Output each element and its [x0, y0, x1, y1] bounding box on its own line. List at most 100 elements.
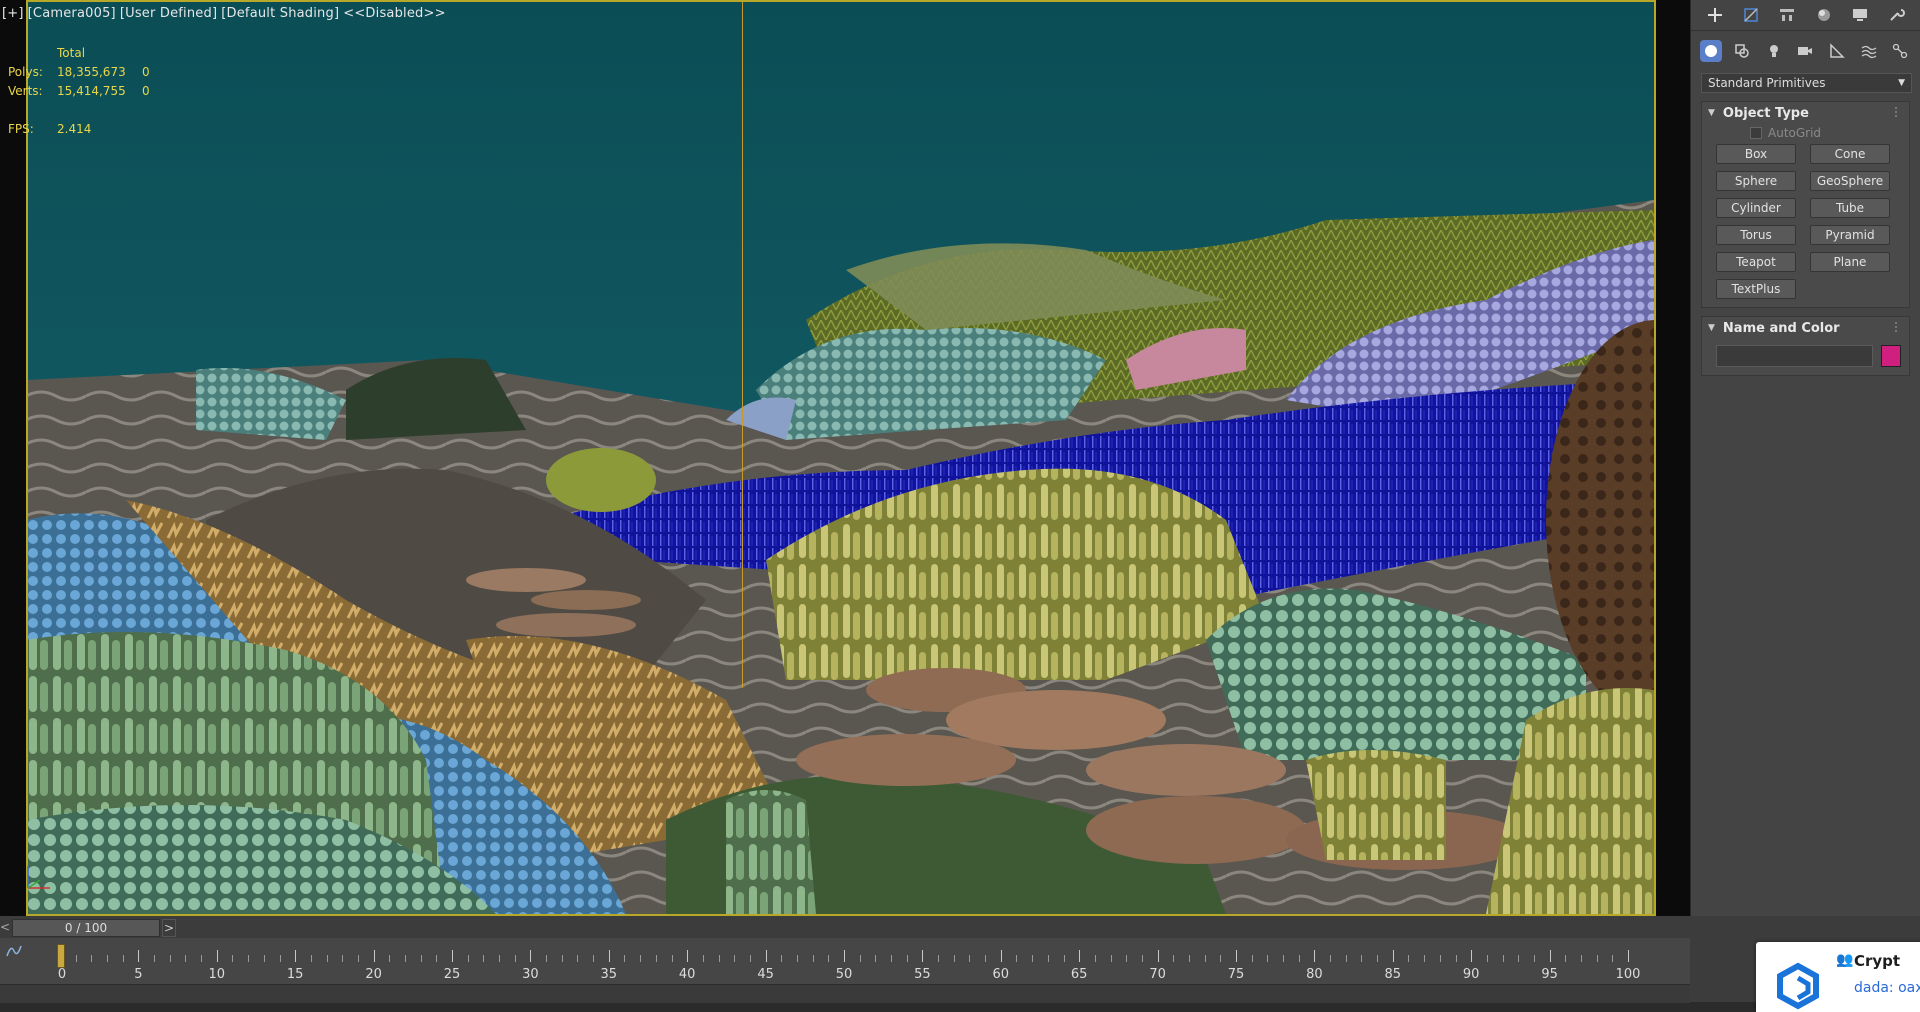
- name-and-color-title: Name and Color: [1722, 320, 1840, 336]
- trackbar-frame-label: 40: [678, 967, 696, 982]
- utilities-tab-icon[interactable]: [1885, 4, 1907, 26]
- trackbar-frame-label: 80: [1306, 967, 1323, 982]
- trackbar-tick: [969, 955, 971, 962]
- trackbar-tick: [1612, 955, 1614, 962]
- trackbar-frame-label: 25: [443, 967, 461, 982]
- object-color-swatch[interactable]: [1881, 345, 1901, 367]
- create-tab-icon[interactable]: [1704, 4, 1726, 26]
- trackbar-tick: [1314, 950, 1316, 962]
- stats-verts-label: Verts:: [8, 84, 43, 98]
- teapot-button[interactable]: Teapot: [1716, 252, 1796, 272]
- people-icon: 👥: [1836, 952, 1854, 968]
- viewport-point-of-view-menu[interactable]: [Camera005]: [28, 6, 116, 21]
- object-type-header[interactable]: ▼ Object Type: [1702, 102, 1909, 124]
- helpers-icon[interactable]: [1826, 40, 1848, 62]
- trackbar-tick: [1173, 955, 1175, 962]
- coral-reef-scene[interactable]: [26, 0, 1654, 914]
- trackbar-tick: [1063, 955, 1065, 962]
- geosphere-button[interactable]: GeoSphere: [1810, 171, 1890, 191]
- trackbar-tick: [263, 955, 265, 962]
- motion-tab-icon[interactable]: [1813, 4, 1835, 26]
- category-dropdown[interactable]: Standard Primitives ▼: [1701, 73, 1912, 93]
- torus-button[interactable]: Torus: [1716, 225, 1796, 245]
- trackbar-tick: [844, 950, 845, 962]
- trackbar-frame-label: 45: [757, 967, 774, 982]
- trackbar-tick: [812, 955, 814, 962]
- box-button[interactable]: Box: [1716, 144, 1796, 164]
- trackbar-frame-label: 20: [365, 967, 382, 982]
- plane-button[interactable]: Plane: [1810, 252, 1890, 272]
- trackbar-tick: [640, 955, 642, 962]
- curve-editor-icon[interactable]: [6, 944, 22, 962]
- viewport-lighting-menu[interactable]: <<Disabled>>: [343, 6, 445, 21]
- object-name-input[interactable]: [1716, 345, 1874, 367]
- trackbar-tick: [389, 955, 391, 962]
- trackbar-tick: [1188, 955, 1190, 962]
- cameras-icon[interactable]: [1794, 40, 1816, 62]
- trackbar-frame-label: 5: [134, 967, 143, 982]
- trackbar-tick: [938, 955, 940, 962]
- trackbar-tick: [279, 955, 281, 962]
- trackbar-tick: [373, 950, 375, 962]
- camera-viewport[interactable]: [+] [Camera005] [User Defined] [Default Sha…: [0, 0, 1690, 916]
- stats-verts-selected: 0: [142, 84, 150, 98]
- cylinder-button[interactable]: Cylinder: [1716, 198, 1796, 218]
- trackbar-frame-label: 30: [522, 967, 539, 982]
- trackbar-tick: [1549, 950, 1551, 962]
- toast-subtitle: dada: oax: [1854, 980, 1920, 996]
- sphere-button[interactable]: Sphere: [1716, 171, 1796, 191]
- trackbar-frame-label: 85: [1384, 967, 1402, 982]
- time-slider-next-button[interactable]: >: [162, 919, 176, 937]
- trackbar-frame-label: 35: [600, 967, 618, 982]
- trackbar-tick: [1455, 955, 1457, 962]
- trackbar-frame-label: 70: [1149, 967, 1166, 982]
- viewport-shading-menu[interactable]: [Default Shading]: [221, 6, 339, 21]
- trackbar-tick: [1565, 955, 1567, 962]
- autogrid-checkbox-box[interactable]: [1750, 127, 1762, 139]
- trackbar[interactable]: 0 5 10 15 20 25 30 35 40 45 50 55 60 65 70 75 80 85 90 95 10…: [0, 938, 1690, 984]
- time-slider-prev-button[interactable]: <: [0, 919, 10, 935]
- object-category-bar: [1691, 31, 1920, 71]
- autogrid-label: AutoGrid: [1768, 126, 1822, 140]
- trackbar-tick: [185, 955, 187, 962]
- space-warps-icon[interactable]: [1858, 40, 1880, 62]
- trackbar-tick: [1298, 955, 1300, 962]
- autogrid-checkbox[interactable]: AutoGrid: [1750, 126, 1909, 140]
- time-slider-handle[interactable]: 0 / 100: [12, 919, 160, 937]
- viewport-label-menu[interactable]: [+] [Camera005] [User Defined] [Default Sha…: [2, 6, 450, 21]
- tube-button[interactable]: Tube: [1810, 198, 1890, 218]
- lights-icon[interactable]: [1763, 40, 1785, 62]
- geometry-icon[interactable]: [1699, 40, 1722, 62]
- trackbar-tick: [1330, 955, 1332, 962]
- current-frame-marker[interactable]: [57, 944, 65, 968]
- axis-tripod-icon: [27, 866, 50, 889]
- collapse-triangle-icon: ▼: [1708, 323, 1715, 333]
- trackbar-tick: [420, 955, 422, 962]
- display-tab-icon[interactable]: [1849, 4, 1871, 26]
- trackbar-tick: [765, 950, 767, 962]
- textplus-button[interactable]: TextPlus: [1716, 279, 1796, 299]
- trackbar-tick: [342, 955, 344, 962]
- trackbar-tick: [1408, 955, 1410, 962]
- trackbar-tick: [1000, 950, 1002, 962]
- shapes-icon[interactable]: [1731, 40, 1753, 62]
- trackbar-tick: [452, 950, 453, 962]
- modify-tab-icon[interactable]: [1740, 4, 1762, 26]
- trackbar-tick: [828, 955, 830, 962]
- trackbar-tick: [1361, 955, 1363, 962]
- cone-button[interactable]: Cone: [1810, 144, 1890, 164]
- trackbar-tick: [169, 955, 171, 962]
- stats-header: Total: [57, 46, 86, 60]
- systems-icon[interactable]: [1889, 40, 1911, 62]
- viewport-general-menu[interactable]: [+]: [2, 6, 24, 21]
- trackbar-ruler[interactable]: 0 5 10 15 20 25 30 35 40 45 50 55 60 65 70 75 80 85 90 95 10…: [56, 944, 1640, 984]
- name-and-color-header[interactable]: ▼ Name and Color: [1702, 317, 1909, 339]
- trackbar-tick: [216, 950, 218, 962]
- pyramid-button[interactable]: Pyramid: [1810, 225, 1890, 245]
- viewport-stereo-menu[interactable]: [User Defined]: [120, 6, 217, 21]
- trackbar-tick: [985, 955, 987, 962]
- toast-title: Crypt: [1854, 952, 1901, 970]
- trackbar-tick: [1267, 955, 1269, 962]
- chevron-down-icon: ▼: [1898, 78, 1905, 88]
- hierarchy-tab-icon[interactable]: [1776, 4, 1798, 26]
